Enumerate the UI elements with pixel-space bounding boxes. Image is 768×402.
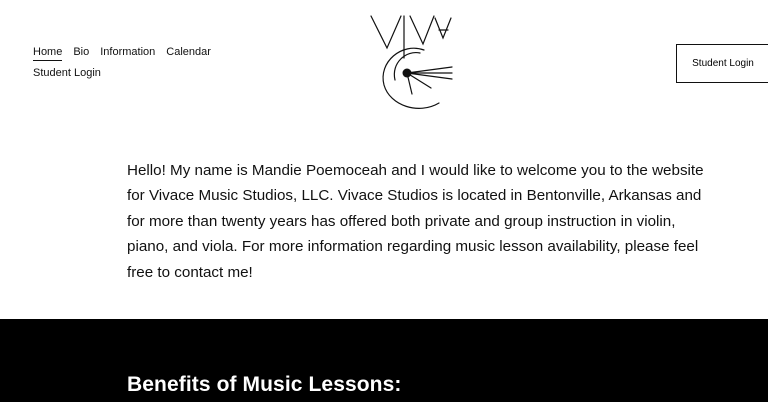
nav-student-login[interactable]: Student Login <box>33 67 101 81</box>
benefits-section: Benefits of Music Lessons: <box>0 319 768 402</box>
nav-information[interactable]: Information <box>100 46 155 60</box>
vivace-logo-graphic <box>370 15 453 109</box>
student-login-button[interactable]: Student Login <box>676 44 768 83</box>
vivace-logo-icon[interactable] <box>364 14 458 114</box>
nav-home[interactable]: Home <box>33 46 63 61</box>
nav-calendar[interactable]: Calendar <box>166 46 211 60</box>
page: Home Bio Information Calendar Student Lo… <box>0 0 768 402</box>
site-header: Home Bio Information Calendar Student Lo… <box>0 0 768 122</box>
benefits-heading: Benefits of Music Lessons: <box>127 373 402 396</box>
nav-bio[interactable]: Bio <box>73 46 89 60</box>
welcome-text: Hello! My name is Mandie Poemoceah and I… <box>127 162 704 281</box>
main-navigation: Home Bio Information Calendar Student Lo… <box>33 45 233 82</box>
